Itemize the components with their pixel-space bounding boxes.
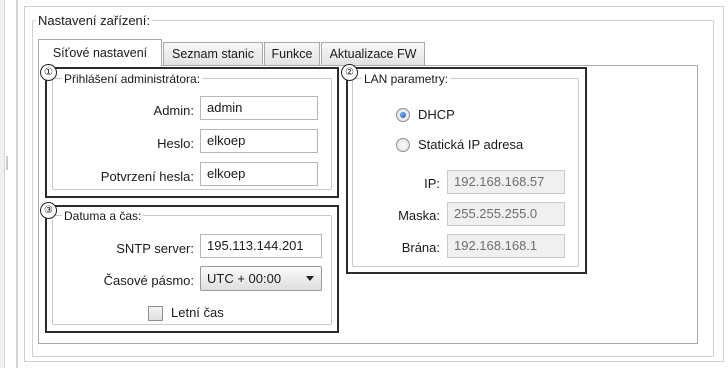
password-field[interactable]: elkoep bbox=[200, 129, 318, 153]
timezone-select[interactable]: UTC + 00:00 bbox=[200, 266, 322, 291]
confirm-password-label: Potvrzení hesla: bbox=[100, 169, 194, 184]
mask-field[interactable]: 255.255.255.0 bbox=[447, 202, 565, 226]
ip-label: IP: bbox=[424, 176, 440, 191]
sntp-server-field[interactable]: 195.113.144.201 bbox=[200, 234, 322, 258]
static-ip-radio[interactable] bbox=[396, 138, 410, 152]
mask-label: Maska: bbox=[398, 208, 440, 223]
radio-selected-dot bbox=[400, 112, 406, 118]
admin-login-legend: Přihlášení administrátora: bbox=[62, 72, 203, 86]
gateway-label: Brána: bbox=[401, 240, 440, 255]
admin-field[interactable]: admin bbox=[200, 96, 318, 120]
sntp-server-label: SNTP server: bbox=[116, 241, 194, 256]
marker-3: ③ bbox=[40, 202, 57, 219]
dhcp-radio[interactable] bbox=[396, 108, 410, 122]
password-label: Heslo: bbox=[157, 136, 194, 151]
dst-checkbox[interactable] bbox=[148, 306, 163, 321]
datetime-legend: Datuma a čas: bbox=[62, 209, 144, 223]
chevron-down-icon bbox=[306, 276, 314, 281]
device-settings-legend: Nastavení zařízení: bbox=[36, 13, 152, 28]
confirm-password-field[interactable]: elkoep bbox=[200, 162, 318, 186]
lan-parameters-legend: LAN parametry: bbox=[362, 72, 451, 86]
window-left-edge bbox=[0, 0, 5, 368]
tab-firmware-update[interactable]: Aktualizace FW bbox=[321, 42, 425, 65]
window-divider bbox=[16, 0, 18, 368]
timezone-value: UTC + 00:00 bbox=[207, 271, 282, 286]
resize-grip[interactable] bbox=[6, 156, 8, 170]
tab-station-list[interactable]: Seznam stanic bbox=[163, 42, 263, 65]
tab-network-settings[interactable]: Síťové nastavení bbox=[38, 39, 162, 66]
tab-functions[interactable]: Funkce bbox=[264, 42, 320, 65]
dhcp-label[interactable]: DHCP bbox=[418, 107, 455, 122]
marker-1: ① bbox=[40, 64, 57, 81]
admin-label: Admin: bbox=[153, 103, 194, 118]
timezone-label: Časové pásmo: bbox=[103, 273, 194, 288]
gateway-field[interactable]: 192.168.168.1 bbox=[447, 234, 565, 258]
dst-label[interactable]: Letní čas bbox=[171, 305, 224, 320]
marker-2: ② bbox=[341, 64, 358, 81]
static-ip-label[interactable]: Statická IP adresa bbox=[418, 137, 523, 152]
ip-field[interactable]: 192.168.168.57 bbox=[447, 170, 565, 194]
